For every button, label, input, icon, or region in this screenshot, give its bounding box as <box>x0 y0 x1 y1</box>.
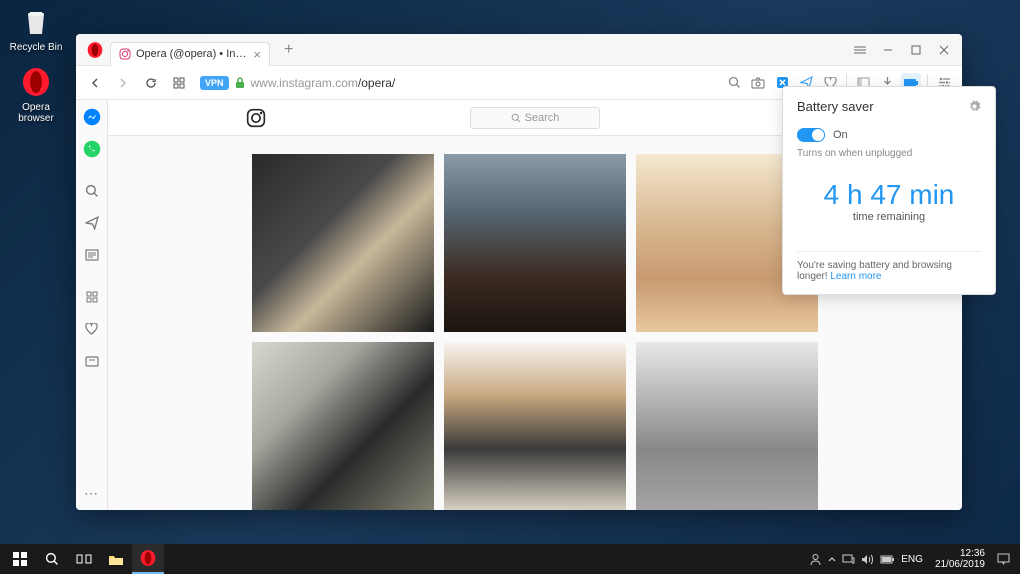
post-thumbnail[interactable] <box>444 342 626 510</box>
opera-icon <box>18 64 54 100</box>
popup-title: Battery saver <box>797 99 874 114</box>
back-button[interactable] <box>84 72 106 94</box>
instagram-favicon-icon <box>119 48 131 60</box>
learn-more-link[interactable]: Learn more <box>830 271 881 282</box>
start-button[interactable] <box>4 544 36 574</box>
opera-taskbar-icon[interactable] <box>132 544 164 574</box>
desktop-icon-label: Recycle Bin <box>10 42 63 53</box>
opera-logo-icon[interactable] <box>86 41 104 59</box>
task-view-icon[interactable] <box>68 544 100 574</box>
tab-close-icon[interactable]: × <box>253 47 261 62</box>
instagram-search-input[interactable]: Search <box>470 107 600 129</box>
post-thumbnail[interactable] <box>252 342 434 510</box>
news-icon[interactable] <box>83 246 101 264</box>
post-thumbnail[interactable] <box>252 154 434 332</box>
new-tab-button[interactable]: + <box>278 41 299 59</box>
close-icon[interactable] <box>930 38 958 62</box>
search-taskbar-icon[interactable] <box>36 544 68 574</box>
history-icon[interactable] <box>83 352 101 370</box>
search-sidebar-icon[interactable] <box>83 182 101 200</box>
tray-chevron-icon[interactable] <box>828 556 836 562</box>
volume-icon[interactable] <box>861 554 874 565</box>
battery-saver-popup: Battery saver On Turns on when unplugged… <box>782 86 996 295</box>
gear-icon[interactable] <box>968 100 981 113</box>
search-icon[interactable] <box>724 73 744 93</box>
easy-setup-icon[interactable] <box>846 38 874 62</box>
speed-dial-button[interactable] <box>168 72 190 94</box>
desktop-opera-browser[interactable]: Opera browser <box>6 64 66 124</box>
sidebar-settings-icon[interactable]: ⋯ <box>84 485 99 502</box>
tab-title: Opera (@opera) • Instagram <box>136 48 247 60</box>
recycle-bin-icon <box>18 4 54 40</box>
sidebar: ⋯ <box>76 100 108 510</box>
reload-button[interactable] <box>140 72 162 94</box>
time-remaining-value: 4 h 47 min <box>797 179 981 211</box>
maximize-icon[interactable] <box>902 38 930 62</box>
browser-tab[interactable]: Opera (@opera) • Instagram × <box>110 42 270 66</box>
vpn-badge[interactable]: VPN <box>200 76 229 90</box>
language-indicator[interactable]: ENG <box>901 554 923 565</box>
file-explorer-icon[interactable] <box>100 544 132 574</box>
flow-icon[interactable] <box>83 214 101 232</box>
snapshot-icon[interactable] <box>748 73 768 93</box>
taskbar: ENG 12:36 21/06/2019 <box>0 544 1020 574</box>
post-thumbnail[interactable] <box>444 154 626 332</box>
instagram-logo-icon[interactable] <box>246 108 266 128</box>
address-bar[interactable]: VPN www.instagram.com/opera/ <box>196 76 718 90</box>
battery-toggle[interactable] <box>797 128 825 142</box>
battery-hint: Turns on when unplugged <box>797 148 981 159</box>
battery-tray-icon[interactable] <box>880 555 895 564</box>
people-icon[interactable] <box>809 553 822 566</box>
minimize-icon[interactable] <box>874 38 902 62</box>
system-tray: ENG 12:36 21/06/2019 <box>803 548 1016 570</box>
time-remaining-label: time remaining <box>797 211 981 223</box>
battery-footer: You're saving battery and browsing longe… <box>797 251 981 282</box>
desktop-icon-label: Opera browser <box>6 102 66 124</box>
url-text: www.instagram.com/opera/ <box>251 76 396 90</box>
messenger-icon[interactable] <box>83 108 101 126</box>
network-icon[interactable] <box>842 554 855 565</box>
lock-icon[interactable] <box>235 77 245 89</box>
post-thumbnail[interactable] <box>636 342 818 510</box>
forward-button[interactable] <box>112 72 134 94</box>
speed-dial-sidebar-icon[interactable] <box>83 288 101 306</box>
bookmarks-heart-icon[interactable] <box>83 320 101 338</box>
clock[interactable]: 12:36 21/06/2019 <box>929 548 991 570</box>
desktop-recycle-bin[interactable]: Recycle Bin <box>6 4 66 53</box>
search-small-icon <box>511 113 521 123</box>
whatsapp-icon[interactable] <box>83 140 101 158</box>
toggle-label: On <box>833 129 848 141</box>
search-placeholder: Search <box>525 112 560 124</box>
action-center-icon[interactable] <box>997 553 1010 566</box>
titlebar[interactable]: Opera (@opera) • Instagram × + <box>76 34 962 66</box>
